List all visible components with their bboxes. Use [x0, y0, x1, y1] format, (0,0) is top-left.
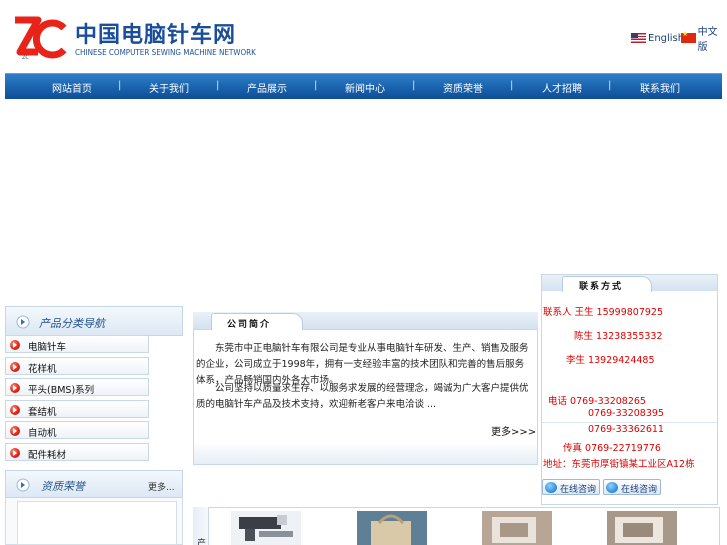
red-arrow-bullet-icon — [10, 405, 20, 415]
nav-item-jobs[interactable]: 人才招聘 — [532, 80, 592, 95]
company-intro-paragraph: 公司坚持以质量求生存、以服务求发展的经营理念，竭诚为广大客户提供优质的电脑针车产… — [196, 383, 529, 410]
china-flag-icon — [681, 30, 696, 43]
company-intro-tab-label: 公司简介 — [227, 320, 272, 330]
online-consult-label: 在线咨询 — [560, 485, 597, 495]
chat-icon — [606, 482, 618, 493]
category-label: 花样机 — [28, 364, 57, 375]
category-label: 套结机 — [28, 407, 57, 418]
product-strip-label: 产 — [197, 539, 207, 545]
product-thumbnail-bag[interactable] — [357, 511, 427, 545]
honor-more-link[interactable]: 更多... — [148, 480, 175, 493]
contact-line: 陈生 13238355332 — [574, 331, 663, 342]
site-title-en: CHINESE COMPUTER SEWING MACHINE NETWORK — [75, 48, 256, 57]
online-consult-button[interactable]: 在线咨询 — [603, 479, 661, 495]
honor-arrow-icon — [16, 478, 30, 492]
nav-separator: | — [608, 80, 612, 91]
contact-line: 电话 0769-33208265 — [548, 396, 646, 407]
red-arrow-bullet-icon — [10, 448, 20, 458]
contact-line: 李生 13929424485 — [566, 355, 655, 366]
nav-item-products[interactable]: 产品展示 — [237, 80, 297, 95]
nav-separator: | — [510, 80, 514, 91]
honor-image-frame — [17, 501, 177, 545]
honor-header: 资质荣誉 更多... — [5, 470, 183, 498]
honor-panel — [5, 498, 183, 545]
main-nav: 网站首页 | 关于我们 | 产品展示 | 新闻中心 | 资质荣誉 | 人才招聘 … — [5, 73, 722, 99]
nav-item-honors[interactable]: 资质荣誉 — [433, 80, 493, 95]
category-nav-header: 产品分类导航 — [5, 306, 183, 336]
category-arrow-icon — [16, 315, 30, 329]
chat-icon — [545, 482, 557, 493]
red-arrow-bullet-icon — [10, 383, 20, 393]
nav-item-news[interactable]: 新闻中心 — [335, 80, 395, 95]
site-title-cn: 中国电脑针车网 — [75, 23, 237, 48]
company-intro-more-link[interactable]: 更多>>> — [491, 423, 536, 438]
contact-line: 地址：东莞市厚街镇某工业区A12栋 — [543, 459, 695, 470]
category-item[interactable]: 平头(BMS)系列 — [5, 378, 149, 396]
lang-chinese-label: 中文版 — [697, 27, 718, 53]
nav-item-about[interactable]: 关于我们 — [139, 80, 199, 95]
category-label: 电脑针车 — [28, 342, 67, 353]
contact-divider — [542, 422, 717, 423]
category-item[interactable]: 电脑针车 — [5, 335, 149, 353]
category-item[interactable]: 自动机 — [5, 421, 149, 439]
category-item[interactable]: 套结机 — [5, 400, 149, 418]
red-arrow-bullet-icon — [10, 426, 20, 436]
zc-logo-icon[interactable]: ZC — [12, 16, 68, 60]
company-intro-tab[interactable]: 公司简介 — [211, 313, 303, 330]
contact-line: 0769-33362611 — [588, 424, 664, 435]
lang-english-link[interactable]: English — [631, 32, 684, 44]
nav-separator: | — [412, 80, 416, 91]
nav-item-home[interactable]: 网站首页 — [42, 80, 102, 95]
company-intro-tabbar: 公司简介 — [193, 312, 538, 330]
product-thumbnail-sewing-machine[interactable] — [231, 511, 301, 545]
site-header: ZC 中国电脑针车网 CHINESE COMPUTER SEWING MACHI… — [0, 0, 727, 73]
category-label: 自动机 — [28, 428, 57, 439]
red-arrow-bullet-icon — [10, 362, 20, 372]
contact-line: 传真 0769-22719776 — [563, 443, 661, 454]
nav-item-contact[interactable]: 联系我们 — [630, 80, 690, 95]
nav-separator: | — [118, 80, 122, 91]
red-arrow-bullet-icon — [10, 340, 20, 350]
contact-tab-label: 联系方式 — [579, 282, 624, 292]
online-consult-button[interactable]: 在线咨询 — [542, 479, 600, 495]
lang-chinese-link[interactable]: 中文版 — [681, 27, 727, 53]
product-thumbnail-fabric[interactable] — [607, 511, 677, 545]
banner-area — [5, 99, 722, 274]
logo-mark-text: ZC — [22, 55, 29, 60]
product-thumbnail-fabric[interactable] — [482, 511, 552, 545]
contact-line: 联系人 王生 15999807925 — [543, 307, 664, 318]
honor-title: 资质荣誉 — [41, 480, 85, 493]
category-item[interactable]: 配件耗材 — [5, 443, 149, 461]
nav-separator: | — [314, 80, 318, 91]
us-flag-icon — [631, 33, 646, 43]
lang-english-label: English — [648, 32, 685, 44]
category-label: 配件耗材 — [28, 450, 67, 461]
nav-separator: | — [216, 80, 220, 91]
online-consult-label: 在线咨询 — [621, 485, 658, 495]
contact-line: 0769-33208395 — [588, 408, 664, 419]
category-label: 平头(BMS)系列 — [28, 385, 95, 396]
category-nav-title: 产品分类导航 — [39, 317, 105, 330]
category-item[interactable]: 花样机 — [5, 357, 149, 375]
contact-tab[interactable]: 联系方式 — [562, 276, 652, 292]
contact-tabbar: 联系方式 — [541, 274, 718, 292]
